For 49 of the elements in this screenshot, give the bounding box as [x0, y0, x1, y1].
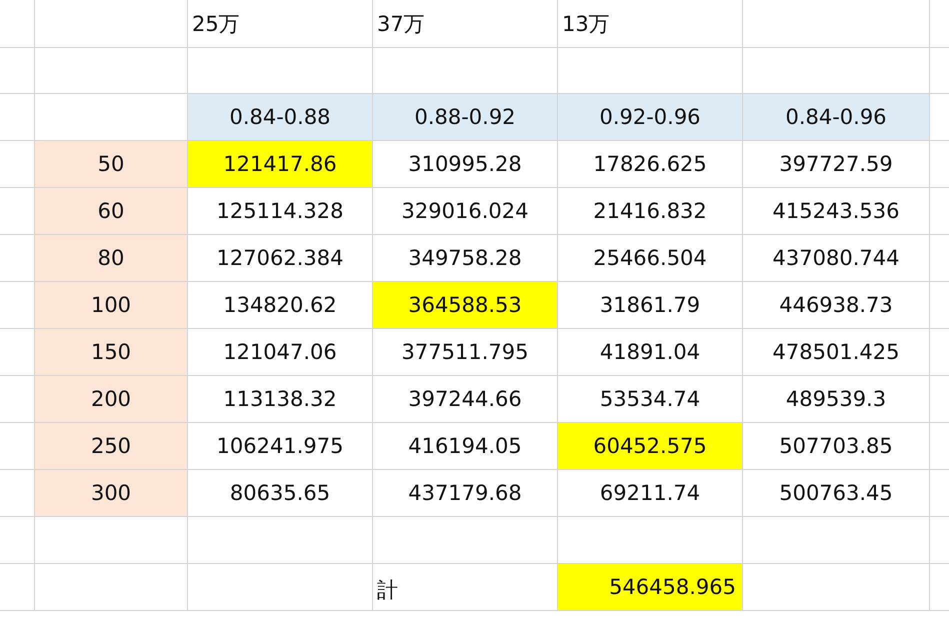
table-cell: 17826.625	[558, 141, 743, 188]
header-cell: 0.88-0.92	[373, 94, 558, 141]
header-cell: 0.84-0.88	[188, 94, 373, 141]
table-cell: 25466.504	[558, 235, 743, 282]
row-label-cell: 300	[35, 470, 188, 517]
table-cell: 437179.68	[373, 470, 558, 517]
row-label-cell: 200	[35, 376, 188, 423]
empty-cell	[0, 47, 35, 94]
table-cell: 507703.85	[743, 423, 930, 470]
table-cell: 397727.59	[743, 141, 930, 188]
empty-cell	[0, 94, 35, 141]
table-cell: 13万	[558, 0, 743, 48]
table-cell: 60452.575	[558, 423, 743, 470]
row-label-cell: 60	[35, 188, 188, 235]
row-label-cell: 100	[35, 282, 188, 329]
table-cell: 437080.744	[743, 235, 930, 282]
empty-cell	[0, 0, 35, 48]
table-cell: 121417.86	[188, 141, 373, 188]
row-label-cell: 250	[35, 423, 188, 470]
table-cell: 364588.53	[373, 282, 558, 329]
table-cell: 446938.73	[743, 282, 930, 329]
total-cell: 546458.965	[558, 564, 743, 611]
table-cell: 127062.384	[188, 235, 373, 282]
table-cell: 41891.04	[558, 329, 743, 376]
table-cell: 21416.832	[558, 188, 743, 235]
row-label-cell: 150	[35, 329, 188, 376]
row-label-cell: 50	[35, 141, 188, 188]
table-cell: 37万	[373, 0, 558, 48]
table-cell: 415243.536	[743, 188, 930, 235]
row-label-cell: 80	[35, 235, 188, 282]
table-cell: 329016.024	[373, 188, 558, 235]
table-cell: 397244.66	[373, 376, 558, 423]
table-cell: 69211.74	[558, 470, 743, 517]
table-cell: 121047.06	[188, 329, 373, 376]
table-cell: 377511.795	[373, 329, 558, 376]
table-cell: 125114.328	[188, 188, 373, 235]
empty-cell	[0, 517, 35, 564]
table-cell: 500763.45	[743, 470, 930, 517]
empty-cell	[0, 564, 35, 611]
table-cell: 31861.79	[558, 282, 743, 329]
table-cell: 310995.28	[373, 141, 558, 188]
table-cell: 489539.3	[743, 376, 930, 423]
table-cell: 25万	[188, 0, 373, 48]
table-cell: 478501.425	[743, 329, 930, 376]
table-cell: 80635.65	[188, 470, 373, 517]
table-cell: 106241.975	[188, 423, 373, 470]
header-cell: 0.84-0.96	[743, 94, 930, 141]
table-cell: 113138.32	[188, 376, 373, 423]
header-cell: 0.92-0.96	[558, 94, 743, 141]
